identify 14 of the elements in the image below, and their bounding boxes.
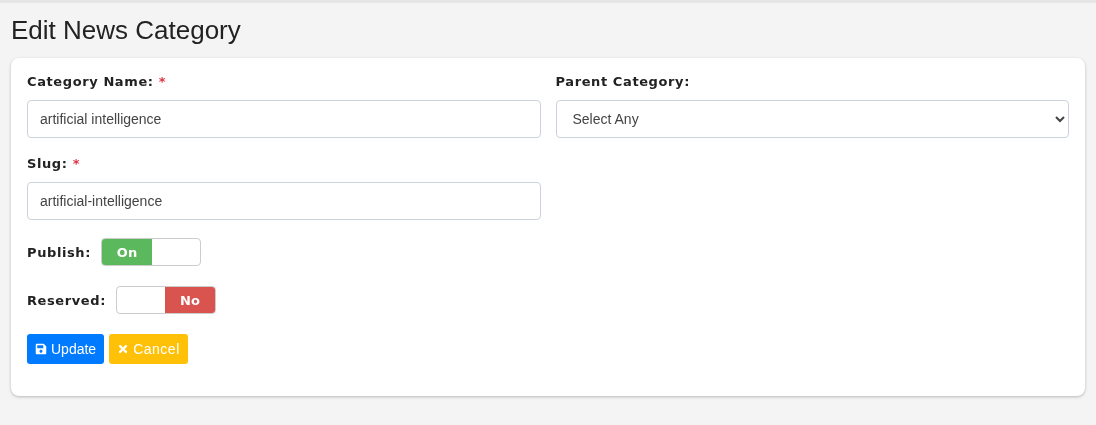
- field-label: Category Name: *: [27, 74, 168, 89]
- toggle-switch[interactable]: No: [116, 286, 216, 314]
- parent-category-select[interactable]: Select Any: [555, 100, 1069, 138]
- text-field[interactable]: artificial intelligence: [27, 100, 541, 138]
- field-label: Parent Category:: [555, 74, 691, 89]
- toggle-label: Reserved:: [27, 292, 106, 308]
- text-field[interactable]: artificial-intelligence: [27, 182, 541, 220]
- save-icon: [35, 343, 47, 355]
- page-title: Edit News Category: [11, 15, 242, 46]
- toggle-label: Publish:: [27, 244, 91, 260]
- close-icon: [117, 343, 130, 355]
- toggle-switch[interactable]: On: [101, 238, 201, 266]
- field-label: Slug: *: [27, 156, 82, 171]
- update-button[interactable]: Update: [27, 334, 105, 364]
